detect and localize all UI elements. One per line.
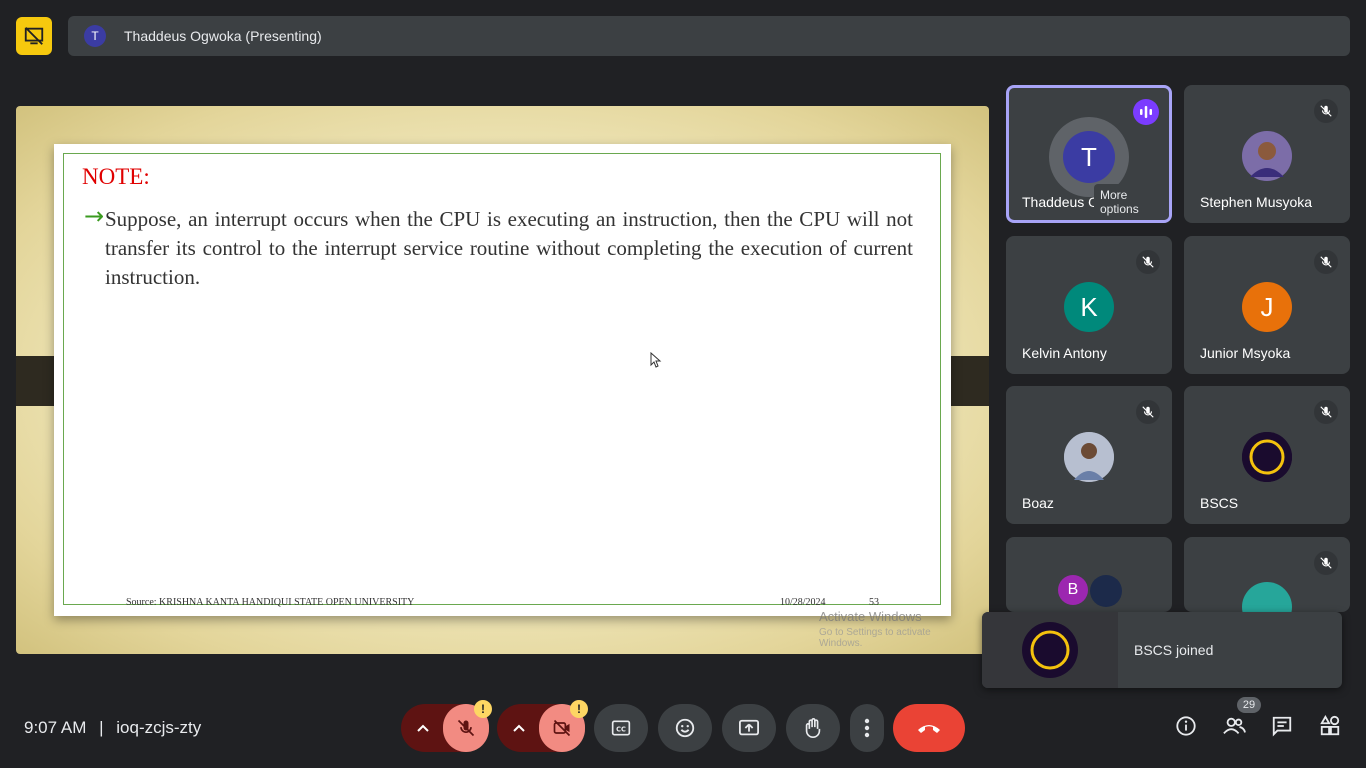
slide-frame: NOTE: → Suppose, an interrupt occurs whe…: [63, 153, 941, 608]
windows-watermark-subtitle: Go to Settings to activate Windows.: [819, 627, 931, 649]
activities-icon: [1320, 715, 1340, 736]
meeting-code[interactable]: ioq-zcjs-zty: [116, 718, 201, 737]
participant-tile-group[interactable]: B: [1006, 537, 1172, 612]
mic-off-icon: [1136, 400, 1160, 424]
camera-off-icon: [553, 719, 571, 737]
avatar-secondary: [1090, 575, 1122, 607]
chat-icon: [1272, 716, 1292, 737]
mouse-cursor-icon: [650, 351, 662, 373]
separator: |: [99, 718, 104, 737]
video-settings-chevron-icon[interactable]: [503, 716, 535, 740]
activities-button[interactable]: [1318, 714, 1342, 738]
participant-tile-unnamed[interactable]: [1184, 537, 1350, 612]
slide-body-text: Suppose, an interrupt occurs when the CP…: [105, 207, 913, 289]
people-icon: [1223, 717, 1246, 734]
mic-control-group: !: [401, 700, 492, 752]
chat-button[interactable]: [1270, 714, 1294, 738]
mic-off-icon: [1314, 551, 1338, 575]
avatar: [1242, 432, 1292, 482]
presentation-stage: NOTE: → Suppose, an interrupt occurs whe…: [16, 106, 989, 654]
presenter-avatar: T: [84, 25, 106, 47]
reactions-button[interactable]: [658, 704, 712, 752]
closed-captions-icon: CC: [611, 720, 631, 736]
camera-control-group: !: [497, 700, 588, 752]
avatar: [1064, 432, 1114, 482]
mic-warning-badge: !: [474, 700, 492, 718]
mic-off-icon: [1314, 400, 1338, 424]
info-icon: [1176, 716, 1196, 736]
meeting-time: 9:07 AM: [24, 718, 87, 737]
avatar: B: [1058, 575, 1088, 605]
join-notification: BSCS joined: [982, 612, 1342, 688]
toast-avatar-panel: [982, 612, 1118, 688]
slide-date: 10/28/2024: [780, 597, 826, 608]
mic-off-icon: [1136, 250, 1160, 274]
windows-watermark-title: Activate Windows: [819, 609, 922, 624]
participant-tile-kelvin[interactable]: K Kelvin Antony: [1006, 236, 1172, 374]
people-button[interactable]: [1221, 714, 1247, 738]
toast-message: BSCS joined: [1134, 642, 1214, 658]
avatar: T: [1063, 131, 1115, 183]
mic-off-icon: [1314, 250, 1338, 274]
participant-tile-stephen[interactable]: Stephen Musyoka: [1184, 85, 1350, 223]
participant-name: BSCS: [1200, 495, 1239, 511]
participant-tile-junior[interactable]: J Junior Msyoka: [1184, 236, 1350, 374]
raise-hand-button[interactable]: [786, 704, 840, 752]
svg-text:CC: CC: [616, 725, 626, 733]
participant-name: Kelvin Antony: [1022, 345, 1107, 361]
avatar: [1242, 131, 1292, 181]
participant-tile-boaz[interactable]: Boaz: [1006, 386, 1172, 524]
audio-settings-chevron-icon[interactable]: [407, 716, 439, 740]
mic-off-icon: [457, 719, 475, 737]
participant-name: Boaz: [1022, 495, 1054, 511]
end-call-icon: [918, 725, 940, 733]
participant-name: Stephen Musyoka: [1200, 194, 1313, 210]
presenting-banner: T Thaddeus Ogwoka (Presenting): [68, 16, 1350, 56]
presenter-title: Thaddeus Ogwoka (Presenting): [124, 28, 322, 44]
avatar-ring: T: [1049, 117, 1129, 197]
more-options-button[interactable]: [850, 704, 884, 752]
meeting-details-button[interactable]: [1174, 714, 1198, 738]
avatar: K: [1064, 282, 1114, 332]
slide-page-number: 53: [869, 597, 879, 608]
avatar: [1242, 582, 1292, 612]
participant-tile-thaddeus[interactable]: T Thaddeus Ogwoka More options: [1006, 85, 1172, 223]
avatar: [1022, 622, 1078, 678]
more-options-tooltip: More options: [1094, 184, 1169, 220]
captions-button[interactable]: CC: [594, 704, 648, 752]
mic-off-icon: [1314, 99, 1338, 123]
participant-tile-bscs[interactable]: BSCS: [1184, 386, 1350, 524]
slide-title: NOTE:: [82, 164, 150, 189]
present-screen-button[interactable]: [722, 704, 776, 752]
presentation-off-icon[interactable]: [16, 17, 52, 55]
present-screen-icon: [739, 719, 759, 736]
more-vert-icon: [864, 718, 870, 738]
slide-source: Source: KRISHNA KANTA HANDIQUI STATE OPE…: [126, 597, 415, 608]
hand-icon: [805, 718, 821, 738]
bullet-arrow-icon: →: [84, 202, 105, 230]
slide: NOTE: → Suppose, an interrupt occurs whe…: [54, 144, 951, 649]
leave-call-button[interactable]: [893, 704, 965, 752]
avatar: J: [1242, 282, 1292, 332]
camera-warning-badge: !: [570, 700, 588, 718]
emoji-icon: [675, 718, 695, 738]
meeting-info: 9:07 AM | ioq-zcjs-zty: [24, 718, 201, 738]
participant-name: Junior Msyoka: [1200, 345, 1291, 361]
participant-count-badge: 29: [1237, 697, 1261, 713]
speaking-indicator-icon: [1133, 99, 1159, 125]
